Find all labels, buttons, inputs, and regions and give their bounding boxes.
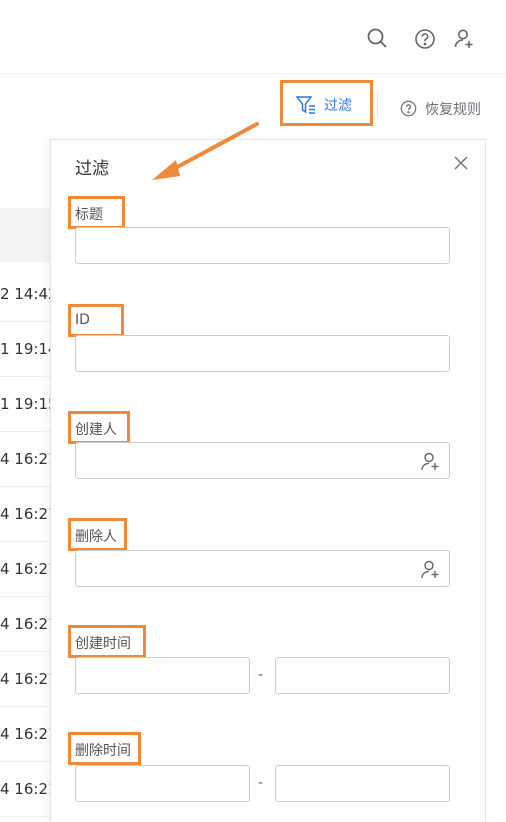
creator-label: 创建人 bbox=[68, 411, 130, 444]
deleter-label: 删除人 bbox=[68, 518, 127, 551]
top-bar bbox=[0, 0, 506, 74]
created-time-end[interactable] bbox=[275, 657, 450, 694]
id-input[interactable] bbox=[76, 336, 449, 371]
creator-field[interactable] bbox=[75, 442, 450, 479]
created-time-start[interactable] bbox=[75, 657, 250, 694]
deleter-label-text: 删除人 bbox=[75, 529, 117, 545]
created-time-start-input[interactable] bbox=[76, 658, 249, 693]
search-icon[interactable] bbox=[365, 26, 389, 50]
add-user-icon[interactable] bbox=[419, 450, 441, 472]
deleted-time-label: 删除时间 bbox=[68, 732, 141, 765]
created-time-end-input[interactable] bbox=[276, 658, 449, 693]
deleter-input[interactable] bbox=[76, 551, 449, 586]
deleted-time-end-input[interactable] bbox=[276, 766, 449, 801]
title-label-text: 标题 bbox=[75, 207, 103, 223]
creator-label-text: 创建人 bbox=[75, 422, 117, 438]
created-time-label-text: 创建时间 bbox=[75, 636, 131, 652]
deleted-time-label-text: 删除时间 bbox=[75, 743, 131, 759]
filter-icon bbox=[295, 94, 317, 116]
range-separator: - bbox=[258, 667, 264, 683]
filter-button[interactable]: 过滤 bbox=[280, 80, 373, 126]
add-user-icon[interactable] bbox=[419, 558, 441, 580]
panel-title: 过滤 bbox=[75, 159, 109, 179]
deleted-time-start-input[interactable] bbox=[76, 766, 249, 801]
id-label: ID bbox=[68, 304, 124, 337]
title-label: 标题 bbox=[68, 196, 125, 229]
creator-input[interactable] bbox=[76, 443, 449, 478]
range-separator: - bbox=[258, 775, 264, 791]
add-user-icon[interactable] bbox=[452, 26, 476, 50]
help-icon[interactable] bbox=[413, 26, 437, 50]
deleted-time-start[interactable] bbox=[75, 765, 250, 802]
filter-button-label: 过滤 bbox=[324, 98, 352, 114]
deleter-field[interactable] bbox=[75, 550, 450, 587]
title-input[interactable] bbox=[76, 228, 449, 263]
toolbar-divider bbox=[377, 92, 378, 118]
created-time-label: 创建时间 bbox=[68, 625, 146, 658]
close-icon[interactable] bbox=[452, 154, 470, 172]
id-field[interactable] bbox=[75, 335, 450, 372]
help-icon bbox=[400, 100, 417, 117]
title-field[interactable] bbox=[75, 227, 450, 264]
reset-rules-label: 恢复规则 bbox=[425, 102, 481, 118]
id-label-text: ID bbox=[75, 312, 90, 328]
deleted-time-end[interactable] bbox=[275, 765, 450, 802]
